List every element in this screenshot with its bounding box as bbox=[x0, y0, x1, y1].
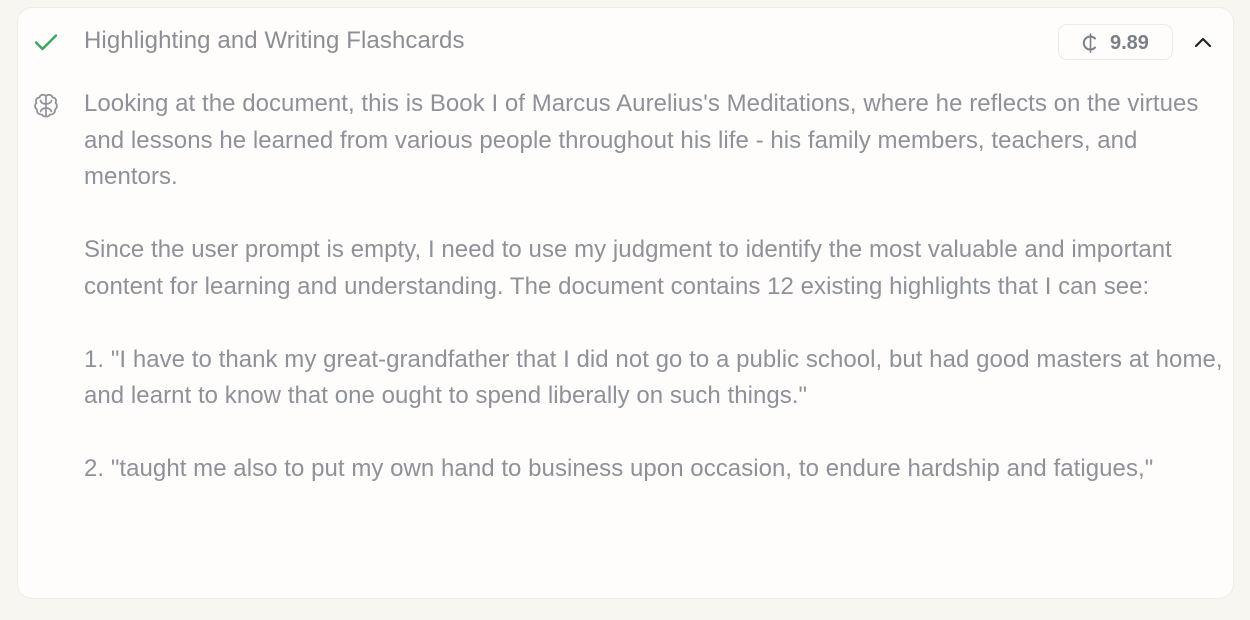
highlight-item: 2. "taught me also to put my own hand to… bbox=[84, 455, 1154, 482]
check-icon bbox=[34, 34, 58, 51]
cost-badge: 9.89 bbox=[1058, 24, 1173, 60]
cost-value: 9.89 bbox=[1110, 32, 1149, 54]
step-title: Highlighting and Writing Flashcards bbox=[84, 27, 465, 54]
highlight-item: 1. "I have to thank my great-grandfather… bbox=[84, 345, 1223, 410]
coin-icon bbox=[1082, 33, 1096, 53]
thinking-step-card: Highlighting and Writing Flashcards 9.89 bbox=[18, 8, 1233, 598]
chevron-up-icon bbox=[1194, 37, 1212, 48]
brain-icon bbox=[34, 93, 58, 118]
thinking-paragraph: Since the user prompt is empty, I need t… bbox=[84, 236, 1172, 300]
thinking-paragraph: Looking at the document, this is Book I … bbox=[84, 90, 1199, 190]
thinking-text: Looking at the document, this is Book I … bbox=[84, 86, 1224, 488]
collapse-button[interactable] bbox=[1188, 28, 1218, 58]
step-header[interactable]: Highlighting and Writing Flashcards 9.89 bbox=[18, 8, 1233, 76]
